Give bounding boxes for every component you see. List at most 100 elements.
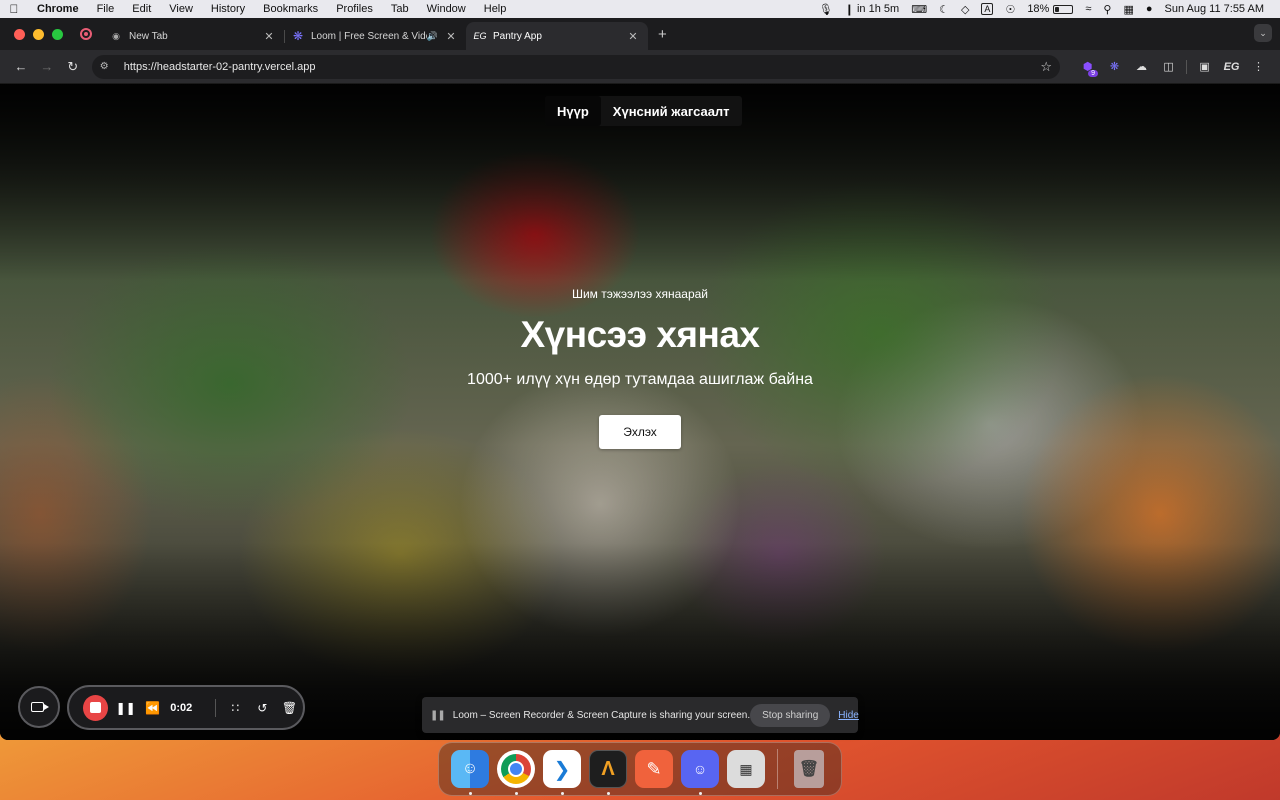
microphone-icon[interactable]: 🎙 [813,3,839,16]
window-controls [0,28,76,40]
minimize-window-button[interactable] [33,28,44,40]
site-nav: Нүүр Хүнсний жагсаалт [545,96,742,126]
puzzle-extensions-icon[interactable]: ◫ [1155,57,1182,77]
hero-headline: Хүнсээ хянах [520,314,761,355]
dock-vscode[interactable]: ❯ [539,742,585,796]
menu-window[interactable]: Window [418,3,475,15]
trash-icon[interactable]: 🗑 [276,701,303,715]
fullscreen-window-button[interactable] [52,28,63,40]
recording-indicator-icon [80,28,92,40]
apple-menu-icon[interactable]:  [0,2,28,16]
profile-avatar[interactable]: EG [1218,57,1245,77]
url-text[interactable]: https://headstarter-02-pantry.vercel.app [124,61,1041,73]
pencil-icon: ✎ [635,750,673,788]
menubar-status-area: 🎙 ❙ in 1h 5m ⌨ ☾ ◇ A ☉ 18% ≈ ⚲ ▦ ● Sun A… [813,0,1280,18]
battery-status[interactable]: 18% [1021,3,1079,15]
spotlight-search-icon[interactable]: ⚲ [1097,3,1117,16]
menu-app-name[interactable]: Chrome [28,3,88,15]
wifi-icon[interactable]: ≈ [1079,3,1097,15]
menu-file[interactable]: File [88,3,124,15]
close-tab-icon[interactable]: ✕ [262,30,276,43]
address-bar[interactable]: ⚙ https://headstarter-02-pantry.vercel.a… [91,54,1061,79]
dock-arc[interactable]: Λ [585,742,631,796]
chrome-icon: ◉ [112,30,120,41]
tab-title: Loom | Free Screen & Video Recording [311,30,427,42]
back-arrow-icon[interactable]: ← [8,59,34,74]
extension-purple-icon[interactable]: ⬢ 9 [1074,57,1101,77]
menu-history[interactable]: History [202,3,254,15]
tab-loom[interactable]: ❋ Loom | Free Screen & Video Recording 🔊… [284,22,466,50]
tab-pantry-app[interactable]: EG Pantry App ✕ [466,22,648,50]
dock-calculator[interactable]: ▦ [723,742,769,796]
running-indicator [468,792,472,795]
side-panel-icon[interactable]: ▣ [1191,57,1218,77]
cloud-extension-icon[interactable]: ☁ [1128,57,1155,77]
input-source-indicator[interactable]: A [975,3,999,15]
arc-icon: Λ [589,750,627,788]
calendar-timer[interactable]: ❙ in 1h 5m [839,3,905,16]
toolbar-divider [1186,59,1188,74]
drag-handle-icon[interactable]: ❚❚ [430,710,446,721]
browser-toolbar: ← → ↻ ⚙ https://headstarter-02-pantry.ve… [0,50,1280,84]
nav-inventory-link[interactable]: Хүнсний жагсаалт [601,96,742,126]
dock-finder[interactable]: ☺ [447,742,493,796]
menu-help[interactable]: Help [475,3,516,15]
nav-home-link[interactable]: Нүүр [545,96,601,126]
close-tab-icon[interactable]: ✕ [626,30,640,43]
tab-title: New Tab [129,30,168,42]
siri-icon[interactable]: ● [1140,3,1159,15]
stop-recording-button[interactable] [83,694,109,721]
get-started-button[interactable]: Эхлэх [599,415,681,449]
dock: ☺ ❯ Λ ✎ ☺ ▦ 🗑 [438,742,842,796]
focus-moon-icon[interactable]: ☾ [933,3,955,16]
forward-arrow-icon[interactable]: → [34,59,60,74]
new-tab-button[interactable]: + [648,26,677,43]
finder-icon: ☺ [451,750,489,788]
close-tab-icon[interactable]: ✕ [444,30,458,43]
bookmark-star-icon[interactable]: ☆ [1040,59,1052,75]
dock-pencil-app[interactable]: ✎ [631,742,677,796]
dock-chrome[interactable] [493,742,539,796]
stop-sharing-button[interactable]: Stop sharing [750,703,831,727]
controls-divider [214,698,216,717]
vpn-icon[interactable]: ☉ [999,3,1021,16]
screen-share-banner: ❚❚ Loom – Screen Recorder & Screen Captu… [422,697,859,733]
loom-extension-icon[interactable]: ❋ [1101,57,1128,77]
menu-edit[interactable]: Edit [123,3,160,15]
pause-icon[interactable]: ❚❚ [112,701,139,715]
discord-icon: ☺ [681,750,719,788]
hero-eyebrow: Шим тэжээлээ хянаарай [571,287,709,301]
running-indicator [606,792,610,795]
menu-profiles[interactable]: Profiles [327,3,382,15]
drawing-tools-icon[interactable]: ∷ [222,701,249,715]
more-menu-icon[interactable]: ⋮ [1245,57,1272,77]
keyboard-icon[interactable]: ⌨ [905,3,933,16]
layers-icon[interactable]: ◇ [955,3,975,16]
tab-search-chevron-icon[interactable]: ⌄ [1254,24,1272,42]
dock-divider [777,749,778,789]
menubar-clock[interactable]: Sun Aug 11 7:55 AM [1159,3,1270,15]
tab-title: Pantry App [493,30,542,42]
menu-bar:  Chrome File Edit View History Bookmark… [0,0,1280,18]
dock-discord[interactable]: ☺ [677,742,723,796]
trash-icon: 🗑 [794,750,824,788]
site-settings-icon[interactable]: ⚙ [100,61,118,72]
menu-view[interactable]: View [160,3,202,15]
menu-tab[interactable]: Tab [382,3,418,15]
input-source-label: A [981,3,994,15]
hide-banner-link[interactable]: Hide [838,710,859,721]
running-indicator [560,792,564,795]
rewind-icon[interactable]: ⏪ [139,701,166,715]
restart-icon[interactable]: ↺ [249,701,276,715]
running-indicator [698,792,702,795]
reload-icon[interactable]: ↻ [60,59,86,75]
close-window-button[interactable] [14,28,25,40]
tab-new-tab[interactable]: ◉ New Tab ✕ [102,22,284,50]
recording-timer: 0:02 [170,701,193,714]
speaker-icon[interactable]: 🔊 [427,31,438,42]
camera-toggle-button[interactable] [18,686,60,728]
browser-window: ◉ New Tab ✕ ❋ Loom | Free Screen & Video… [0,18,1280,740]
dock-trash[interactable]: 🗑 [786,742,832,796]
menu-bookmarks[interactable]: Bookmarks [254,3,327,15]
control-center-icon[interactable]: ▦ [1117,3,1139,16]
